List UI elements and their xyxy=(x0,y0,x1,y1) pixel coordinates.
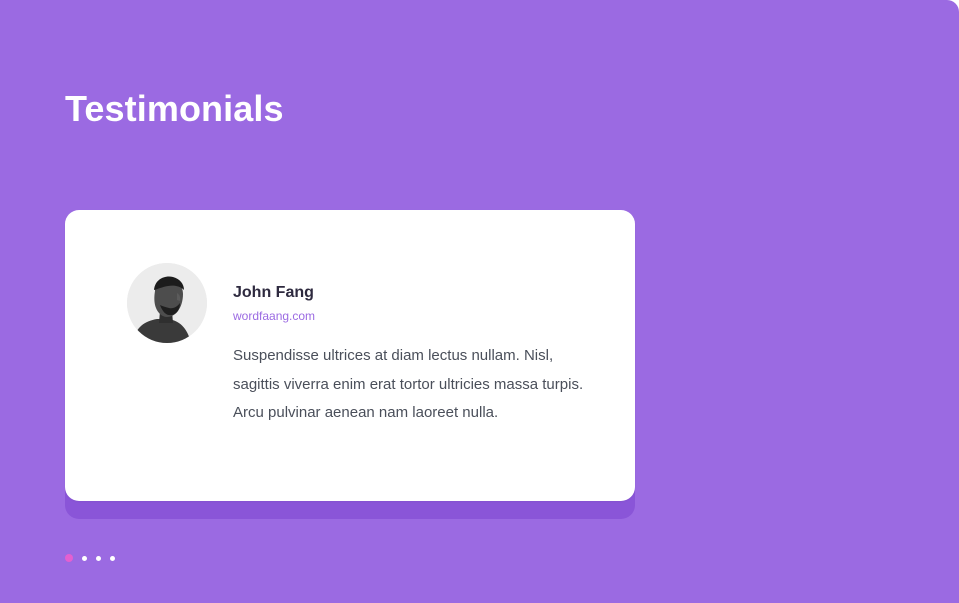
testimonial-card: John Fang wordfaang.com Suspendisse ultr… xyxy=(65,210,635,501)
person-portrait-icon xyxy=(127,263,207,343)
carousel-dot-1[interactable] xyxy=(65,554,73,562)
testimonial-quote: Suspendisse ultrices at diam lectus null… xyxy=(233,347,584,421)
carousel-dot-3[interactable] xyxy=(96,555,101,561)
carousel-dot-2[interactable] xyxy=(82,555,87,561)
testimonial-author-name: John Fang xyxy=(233,284,314,301)
testimonials-section: Testimonials John Fang wordfaang.com Sus… xyxy=(0,0,959,603)
carousel-dot-4[interactable] xyxy=(110,555,115,561)
testimonial-author-website-link[interactable]: wordfaang.com xyxy=(233,308,315,324)
carousel-pagination xyxy=(65,554,115,562)
avatar xyxy=(127,263,207,343)
page-title: Testimonials xyxy=(65,88,284,129)
